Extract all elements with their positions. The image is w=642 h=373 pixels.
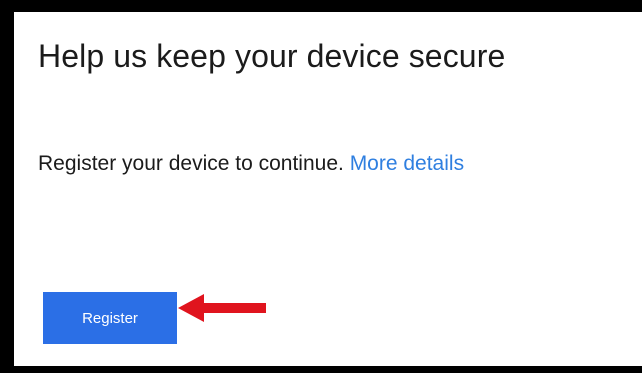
registration-message: Register your device to continue. More d… bbox=[38, 152, 464, 176]
device-registration-panel: Help us keep your device secure Register… bbox=[14, 12, 642, 366]
register-button[interactable]: Register bbox=[43, 292, 177, 344]
screenshot-frame: Help us keep your device secure Register… bbox=[0, 0, 642, 373]
red-arrow-icon bbox=[178, 294, 266, 322]
page-title: Help us keep your device secure bbox=[38, 38, 506, 74]
more-details-link[interactable]: More details bbox=[350, 152, 464, 175]
message-text: Register your device to continue. bbox=[38, 152, 344, 175]
